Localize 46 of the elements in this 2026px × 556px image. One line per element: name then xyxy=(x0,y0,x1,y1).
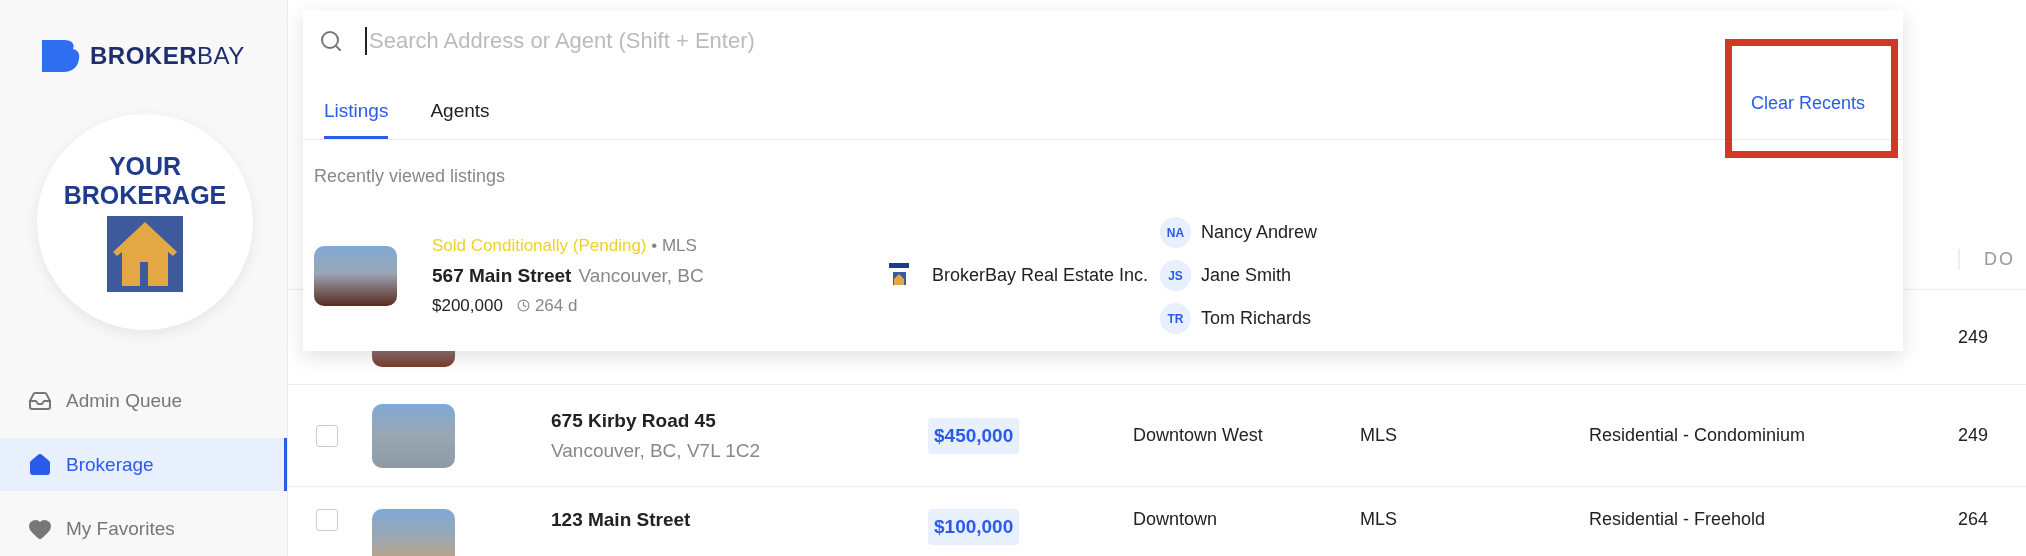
table-cell-text: Residential - Freehold xyxy=(1589,509,1767,530)
price-tag: $100,000 xyxy=(928,509,1020,545)
clock-icon xyxy=(516,299,530,312)
search-field[interactable]: Search Address or Agent (Shift + Enter) xyxy=(365,27,1903,55)
table-cell-text: MLS xyxy=(1360,425,1398,446)
price-tag: $450,000 xyxy=(928,417,1020,454)
table-cell-text: Residential - Condominium xyxy=(1589,425,1807,446)
brand-logo-icon xyxy=(42,40,80,72)
brand-name: BROKERBAY xyxy=(90,42,245,70)
table-cell-text: 249 xyxy=(1958,326,1990,348)
listing-price: $200,000 xyxy=(432,295,503,316)
house-icon xyxy=(107,216,183,292)
listing-address[interactable]: 567 Main Street Vancouver, BC xyxy=(432,264,886,287)
sidebar-item[interactable]: Brokerage xyxy=(0,438,287,491)
listing-address[interactable]: 123 Main Street xyxy=(551,509,928,531)
agent-name[interactable]: Nancy Andrew xyxy=(1201,222,1318,243)
table-cell-text: 249 xyxy=(1958,425,1990,446)
sidebar-item-label: My Favorites xyxy=(66,517,175,540)
sidebar-item[interactable]: My Favorites xyxy=(0,502,287,555)
section-title: Recently viewed listings xyxy=(313,165,507,187)
clear-recents-link[interactable]: Clear Recents xyxy=(1750,89,1865,118)
agent-name[interactable]: Jane Smith xyxy=(1201,265,1292,286)
row-checkbox[interactable] xyxy=(316,509,338,531)
agent-avatar: JS xyxy=(1160,260,1191,291)
listing-city: Vancouver, BC, V7L 1C2 xyxy=(551,439,762,462)
sidebar-item[interactable]: Admin Queue xyxy=(0,374,287,427)
table-cell-text: 264 xyxy=(1958,509,1990,530)
table-cell-text: MLS xyxy=(1360,509,1398,530)
search-icon xyxy=(319,29,343,53)
listing-address[interactable]: 675 Kirby Road 45 xyxy=(551,409,928,432)
listing-status: Sold Conditionally (Pending) • MLS xyxy=(432,235,698,256)
tab[interactable]: Listings xyxy=(324,100,389,139)
agent-avatar: NA xyxy=(1160,217,1191,248)
logo-text: BROKERAGE xyxy=(63,181,227,210)
agent-avatar: TR xyxy=(1160,303,1191,334)
table-cell-text: Downtown West xyxy=(1133,425,1264,446)
agent-name[interactable]: Tom Richards xyxy=(1201,308,1312,329)
days-on-market: 264 d xyxy=(516,295,578,316)
home-icon xyxy=(28,452,52,477)
table-cell-text: Downtown xyxy=(1133,509,1219,530)
brokerage-name: BrokerBay Real Estate Inc. xyxy=(932,265,1149,286)
row-checkbox[interactable] xyxy=(316,424,338,447)
sidebar-item-label: Brokerage xyxy=(66,453,154,476)
logo-text: YOUR xyxy=(108,152,182,181)
tab[interactable]: Agents xyxy=(430,100,490,139)
sidebar-item-label: Admin Queue xyxy=(66,389,183,412)
